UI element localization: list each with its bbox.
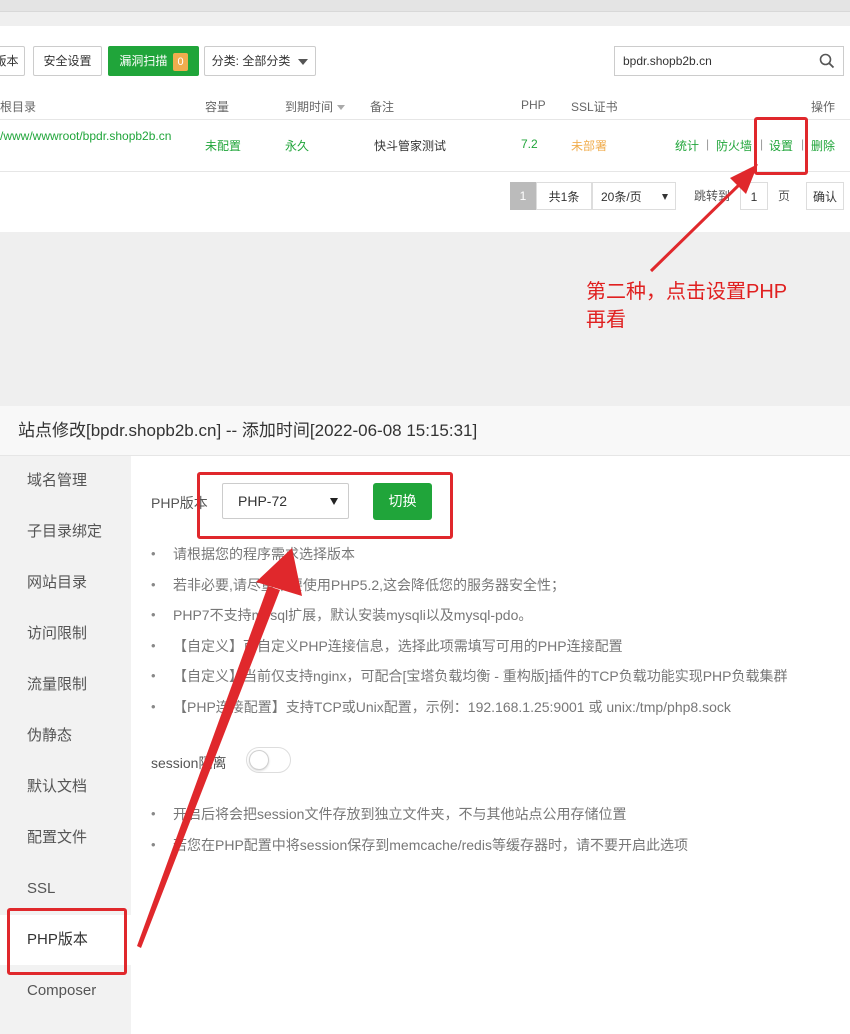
site-modify-dialog: 站点修改[bpdr.shopb2b.cn] -- 添加时间[2022-06-08…: [0, 406, 850, 1034]
sidebar-item-rewrite[interactable]: 伪静态: [0, 711, 131, 761]
php-selected-value: PHP-72: [238, 493, 288, 509]
total-count: 共1条: [536, 182, 592, 210]
chevron-down-icon: [298, 58, 309, 65]
php-version-value[interactable]: 7.2: [521, 137, 538, 151]
col-root: 根目录: [0, 100, 37, 114]
sidebar-item-domains[interactable]: 域名管理: [0, 456, 131, 506]
annotation-text: 第二种，点击设置PHP 再看: [586, 278, 787, 334]
security-settings-button[interactable]: 安全设置: [33, 46, 102, 76]
col-ssl: SSL证书: [571, 100, 618, 114]
chevron-down-icon: [662, 194, 668, 200]
col-php: PHP: [521, 98, 546, 112]
col-remark: 备注: [370, 100, 395, 114]
session-isolation-label: session隔离: [151, 755, 227, 771]
pagination: 1 共1条 20条/页 跳转到 1 页 确认: [0, 182, 850, 210]
dialog-sidebar: 域名管理 子目录绑定 网站目录 访问限制 流量限制 伪静态 默认文档 配置文件 …: [0, 456, 131, 1034]
session-isolation-toggle[interactable]: [246, 747, 291, 773]
annotation-line-1: 第二种，点击设置PHP: [586, 281, 788, 303]
jump-confirm-button[interactable]: 确认: [806, 182, 844, 210]
tip-item: 请根据您的程序需求选择版本: [151, 539, 787, 570]
site-root-path[interactable]: /www/wwwroot/bpdr.shopb2b.cn: [0, 128, 190, 145]
delete-link[interactable]: 删除: [811, 137, 835, 154]
table-row: /www/wwwroot/bpdr.shopb2b.cn 未配置 永久 快斗管家…: [0, 120, 850, 172]
sidebar-item-access-limit[interactable]: 访问限制: [0, 609, 131, 659]
dialog-title: 站点修改[bpdr.shopb2b.cn] -- 添加时间[2022-06-08…: [0, 406, 850, 456]
sidebar-item-config-file[interactable]: 配置文件: [0, 813, 131, 863]
toggle-knob: [249, 750, 269, 770]
page-unit-label: 页: [777, 189, 790, 203]
page-size-select[interactable]: 20条/页: [592, 182, 676, 210]
table-header: 根目录 容量 到期时间 备注 PHP SSL证书 操作: [0, 90, 850, 120]
category-dropdown[interactable]: 分类: 全部分类: [204, 46, 316, 76]
sidebar-item-site-dir[interactable]: 网站目录: [0, 558, 131, 608]
page-current[interactable]: 1: [510, 182, 536, 210]
col-expiry[interactable]: 到期时间: [285, 98, 346, 115]
col-expiry-label: 到期时间: [285, 100, 334, 114]
tip-item: 【PHP连接配置】支持TCP或Unix配置，示例：192.168.1.25:90…: [151, 692, 787, 723]
tip-item: 【自定义】当前仅支持nginx，可配合[宝塔负载均衡 - 重构版]插件的TCP负…: [151, 661, 787, 692]
php-version-panel: PHP版本 PHP-72 切换 请根据您的程序需求选择版本 若非必要,请尽量不要…: [131, 456, 850, 1034]
sidebar-item-traffic-limit[interactable]: 流量限制: [0, 660, 131, 710]
switch-php-button[interactable]: 切换: [373, 483, 432, 520]
vuln-count-badge: 0: [173, 52, 188, 71]
jump-input[interactable]: 1: [740, 182, 768, 210]
sidebar-item-subdir-binding[interactable]: 子目录绑定: [0, 507, 131, 557]
sidebar-item-ssl[interactable]: SSL: [0, 864, 131, 914]
page-size-label: 20条/页: [601, 190, 642, 204]
ssl-status[interactable]: 未部署: [571, 137, 607, 154]
tip-item: PHP7不支持mysql扩展，默认安装mysqli以及mysql-pdo。: [151, 600, 787, 631]
firewall-link[interactable]: 防火墙: [716, 137, 752, 154]
top-shade: [0, 0, 850, 12]
annotation-line-2: 再看: [586, 309, 626, 331]
settings-link[interactable]: 设置: [769, 137, 793, 154]
php-version-select[interactable]: PHP-72: [222, 483, 349, 519]
tip-item: 若非必要,请尽量不要使用PHP5.2,这会降低您的服务器安全性；: [151, 570, 787, 601]
vuln-scan-label: 漏洞扫描: [119, 54, 168, 68]
sidebar-item-default-doc[interactable]: 默认文档: [0, 762, 131, 812]
expiry-value[interactable]: 永久: [285, 137, 309, 154]
jump-label: 跳转到: [693, 189, 730, 203]
sidebar-item-composer[interactable]: Composer: [0, 966, 131, 1016]
op-separator: |: [706, 137, 710, 151]
sidebar-item-php-version[interactable]: PHP版本: [0, 915, 131, 965]
site-search: [614, 46, 844, 76]
tip-item: 若您在PHP配置中将session保存到memcache/redis等缓存器时，…: [151, 830, 688, 861]
category-label: 分类: 全部分类: [211, 54, 291, 68]
search-input[interactable]: [615, 47, 805, 75]
version-button[interactable]: 版本: [0, 46, 25, 76]
tip-item: 开启后将会把session文件存放到独立文件夹，不与其他站点公用存储位置: [151, 799, 688, 830]
chevron-down-icon: [330, 498, 338, 505]
session-tips-list: 开启后将会把session文件存放到独立文件夹，不与其他站点公用存储位置 若您在…: [151, 799, 688, 860]
tip-item: 【自定义】可自定义PHP连接信息，选择此项需填写可用的PHP连接配置: [151, 631, 787, 662]
stats-link[interactable]: 统计: [675, 137, 699, 154]
col-capacity: 容量: [205, 100, 230, 114]
php-version-label: PHP版本: [151, 495, 208, 511]
op-separator: |: [760, 137, 764, 151]
sort-icon: [337, 105, 346, 111]
col-ops: 操作: [811, 100, 836, 114]
remark-value[interactable]: 快斗管家测试: [374, 137, 446, 154]
vuln-scan-button[interactable]: 漏洞扫描 0: [108, 46, 199, 76]
php-tips-list: 请根据您的程序需求选择版本 若非必要,请尽量不要使用PHP5.2,这会降低您的服…: [151, 539, 787, 722]
op-separator: |: [801, 137, 805, 151]
capacity-value[interactable]: 未配置: [205, 137, 241, 154]
search-icon[interactable]: [819, 53, 835, 69]
site-list-panel: 版本 安全设置 漏洞扫描 0 分类: 全部分类 根目录 容量 到期时间 备注 PH…: [0, 26, 850, 232]
